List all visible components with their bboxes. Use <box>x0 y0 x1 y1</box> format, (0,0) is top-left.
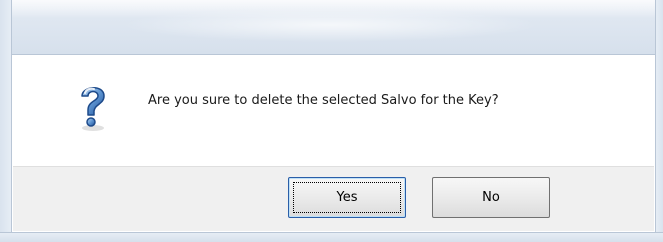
question-icon <box>73 80 113 132</box>
dialog-button-bar: Yes No <box>13 166 654 231</box>
window-title-bar[interactable] <box>0 0 663 55</box>
yes-button[interactable]: Yes <box>288 177 406 218</box>
no-button-label: No <box>482 190 500 205</box>
window-border-right <box>655 0 663 242</box>
dialog-message: Are you sure to delete the selected Salv… <box>148 93 499 108</box>
window-border-bottom <box>0 232 663 242</box>
dialog-content: Are you sure to delete the selected Salv… <box>13 56 654 166</box>
yes-button-label: Yes <box>336 190 358 205</box>
no-button[interactable]: No <box>432 177 550 218</box>
message-dialog: Are you sure to delete the selected Salv… <box>0 0 663 242</box>
window-border-left <box>0 0 12 242</box>
